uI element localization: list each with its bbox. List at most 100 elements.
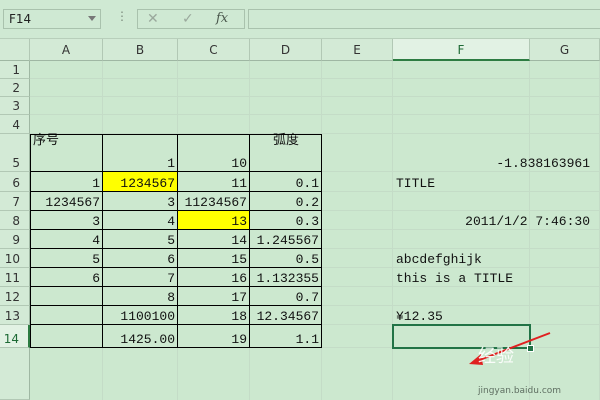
- cell-d12[interactable]: 0.7: [250, 287, 322, 306]
- row-header-12[interactable]: 12: [0, 287, 30, 306]
- cell-b9[interactable]: 5: [103, 230, 178, 249]
- cell-b6[interactable]: 1234567: [103, 172, 178, 192]
- cell-c5[interactable]: 10: [178, 134, 250, 172]
- cell-c11[interactable]: 16: [178, 268, 250, 287]
- row-header-14[interactable]: 14: [0, 325, 30, 348]
- column-header-a[interactable]: A: [30, 39, 103, 61]
- row-header-1[interactable]: 1: [0, 61, 30, 79]
- cell-value: -1.838163961: [496, 156, 590, 171]
- column-header-b[interactable]: B: [103, 39, 178, 61]
- cell-c13[interactable]: 18: [178, 306, 250, 325]
- cell-b12[interactable]: 8: [103, 287, 178, 306]
- cell-f10[interactable]: abcdefghijk: [393, 249, 593, 268]
- cell-d13[interactable]: 12.34567: [250, 306, 322, 325]
- cell-value: 4: [167, 214, 175, 229]
- formula-buttons: ✕ ✓ fx: [137, 9, 245, 29]
- cell-value: 18: [231, 309, 247, 324]
- row-header-5[interactable]: 5: [0, 134, 30, 172]
- cell-c14[interactable]: 19: [178, 325, 250, 348]
- row-header-10[interactable]: 10: [0, 249, 30, 268]
- table-border: [30, 325, 103, 348]
- cell-a10[interactable]: 5: [30, 249, 103, 268]
- cell-value: 1.245567: [256, 233, 319, 248]
- row-header-8[interactable]: 8: [0, 211, 30, 230]
- row-number: 14: [3, 332, 19, 346]
- cell-value: 19: [231, 332, 247, 347]
- cell-value: 3: [92, 214, 100, 229]
- cell-d10[interactable]: 0.5: [250, 249, 322, 268]
- row-header-9[interactable]: 9: [0, 230, 30, 249]
- cell-b5[interactable]: 1: [103, 134, 178, 172]
- cell-c10[interactable]: 15: [178, 249, 250, 268]
- watermark-url: jingyan.baidu.com: [478, 386, 562, 396]
- enter-icon[interactable]: ✓: [182, 11, 194, 27]
- name-box[interactable]: F14: [3, 9, 101, 29]
- cell-a5[interactable]: 序号: [30, 133, 103, 172]
- cell-value: 3: [167, 195, 175, 210]
- row-header-13[interactable]: 13: [0, 306, 30, 325]
- row-number: 3: [12, 99, 20, 113]
- gridline-horizontal: [30, 78, 600, 79]
- cell-c7[interactable]: 11234567: [178, 192, 250, 211]
- cell-f8[interactable]: 2011/1/2 7:46:30: [393, 211, 593, 230]
- row-header-2[interactable]: 2: [0, 79, 30, 97]
- watermark-logo: 经验: [478, 346, 514, 367]
- cell-f6[interactable]: TITLE: [393, 172, 593, 192]
- column-header-d[interactable]: D: [250, 39, 322, 61]
- cell-value: 1: [167, 156, 175, 171]
- cell-c6[interactable]: 11: [178, 172, 250, 192]
- formula-bar: F14 ⋮ ✕ ✓ fx: [0, 0, 600, 39]
- row-header-15[interactable]: [0, 348, 30, 400]
- formula-input[interactable]: [248, 9, 600, 29]
- cell-a7[interactable]: 1234567: [30, 192, 103, 211]
- row-number: 7: [12, 195, 20, 209]
- column-header-g[interactable]: G: [530, 39, 600, 61]
- row-number: 1: [12, 63, 20, 77]
- cell-d11[interactable]: 1.132355: [250, 268, 322, 287]
- more-options-icon[interactable]: ⋮: [116, 9, 128, 23]
- cell-a11[interactable]: 6: [30, 268, 103, 287]
- row-header-7[interactable]: 7: [0, 192, 30, 211]
- cell-d9[interactable]: 1.245567: [250, 230, 322, 249]
- cell-b13[interactable]: 1100100: [103, 306, 178, 325]
- cell-c8[interactable]: 13: [178, 211, 250, 230]
- cell-f13[interactable]: ¥12.35: [393, 306, 593, 325]
- cell-value: 1425.00: [120, 332, 175, 347]
- cell-a9[interactable]: 4: [30, 230, 103, 249]
- cell-b7[interactable]: 3: [103, 192, 178, 211]
- cell-d7[interactable]: 0.2: [250, 192, 322, 211]
- row-header-11[interactable]: 11: [0, 268, 30, 287]
- cancel-icon[interactable]: ✕: [147, 11, 159, 27]
- cell-value: 11: [231, 176, 247, 191]
- column-header-f[interactable]: F: [393, 39, 530, 61]
- cell-c12[interactable]: 17: [178, 287, 250, 306]
- cell-d8[interactable]: 0.3: [250, 211, 322, 230]
- row-number: 5: [12, 156, 20, 170]
- chevron-down-icon[interactable]: [88, 16, 96, 21]
- gridline-horizontal: [30, 96, 600, 97]
- cell-a8[interactable]: 3: [30, 211, 103, 230]
- row-header-4[interactable]: 4: [0, 115, 30, 134]
- cell-b10[interactable]: 6: [103, 249, 178, 268]
- table-border: [30, 287, 103, 306]
- cell-b8[interactable]: 4: [103, 211, 178, 230]
- cell-f11[interactable]: this is a TITLE: [393, 268, 593, 287]
- cell-d6[interactable]: 0.1: [250, 172, 322, 192]
- row-header-6[interactable]: 6: [0, 172, 30, 192]
- cell-value: 0.3: [295, 214, 319, 229]
- insert-function-icon[interactable]: fx: [216, 11, 228, 26]
- cell-f5[interactable]: -1.838163961: [393, 134, 593, 172]
- column-header-c[interactable]: C: [178, 39, 250, 61]
- cell-value: 5: [92, 252, 100, 267]
- cell-d14[interactable]: 1.1: [250, 325, 322, 348]
- cell-d5[interactable]: 弧度: [250, 133, 322, 172]
- cell-b14[interactable]: 1425.00: [103, 325, 178, 348]
- cell-a6[interactable]: 1: [30, 172, 103, 192]
- cell-b11[interactable]: 7: [103, 268, 178, 287]
- cell-c9[interactable]: 14: [178, 230, 250, 249]
- column-header-e[interactable]: E: [322, 39, 393, 61]
- select-all-corner[interactable]: [0, 39, 30, 61]
- cell-value: 1234567: [120, 176, 175, 191]
- cell-value: 14: [231, 233, 247, 248]
- row-header-3[interactable]: 3: [0, 97, 30, 115]
